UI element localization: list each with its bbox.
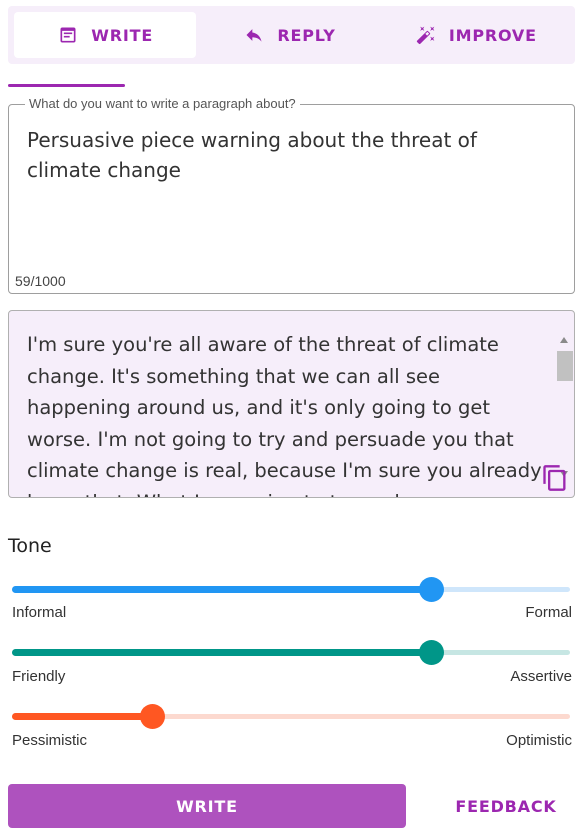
generated-paragraph-box[interactable]: I'm sure you're all aware of the threat … bbox=[8, 310, 575, 498]
slider-thumb[interactable] bbox=[139, 704, 165, 729]
slider-thumb[interactable] bbox=[418, 577, 444, 602]
copy-button[interactable] bbox=[540, 463, 570, 493]
scroll-thumb[interactable] bbox=[557, 351, 573, 381]
magic-wand-icon bbox=[415, 24, 437, 46]
assertiveness-slider[interactable] bbox=[12, 638, 570, 666]
write-button[interactable]: WRITE bbox=[8, 784, 406, 828]
slider-thumb[interactable] bbox=[418, 640, 444, 665]
tab-reply-label: REPLY bbox=[277, 25, 336, 45]
tab-write[interactable]: WRITE bbox=[14, 12, 197, 58]
formality-slider[interactable] bbox=[12, 575, 570, 603]
slider-min-label: Pessimistic bbox=[12, 732, 88, 749]
mode-tabs: WRITE REPLY IMPROVE bbox=[8, 6, 575, 64]
topic-input-label: What do you want to write a paragraph ab… bbox=[25, 96, 300, 111]
topic-input-value[interactable]: Persuasive piece warning about the threa… bbox=[27, 125, 547, 185]
tab-write-label: WRITE bbox=[91, 25, 154, 45]
slider-min-label: Informal bbox=[12, 604, 67, 621]
topic-input[interactable]: What do you want to write a paragraph ab… bbox=[8, 96, 575, 294]
tab-improve[interactable]: IMPROVE bbox=[383, 12, 569, 58]
slider-track bbox=[12, 649, 431, 656]
feedback-button[interactable]: FEEDBACK bbox=[440, 784, 572, 828]
active-tab-indicator bbox=[8, 84, 125, 87]
copy-icon bbox=[543, 465, 566, 491]
slider-track bbox=[12, 713, 152, 720]
tab-reply[interactable]: REPLY bbox=[196, 12, 382, 58]
slider-min-label: Friendly bbox=[12, 668, 66, 685]
scroll-up-arrow-icon[interactable] bbox=[560, 337, 568, 343]
reply-icon bbox=[243, 24, 265, 46]
slider-max-label: Formal bbox=[525, 604, 572, 621]
generated-paragraph-text: I'm sure you're all aware of the threat … bbox=[27, 333, 542, 497]
character-counter: 59/1000 bbox=[15, 273, 66, 289]
slider-max-label: Assertive bbox=[510, 668, 572, 685]
slider-max-label: Optimistic bbox=[506, 732, 572, 749]
article-icon bbox=[57, 24, 79, 46]
output-scrollbar[interactable] bbox=[556, 337, 573, 477]
tone-heading: Tone bbox=[8, 535, 52, 557]
optimism-slider[interactable] bbox=[12, 702, 570, 730]
slider-track bbox=[12, 586, 431, 593]
tab-improve-label: IMPROVE bbox=[448, 25, 537, 45]
